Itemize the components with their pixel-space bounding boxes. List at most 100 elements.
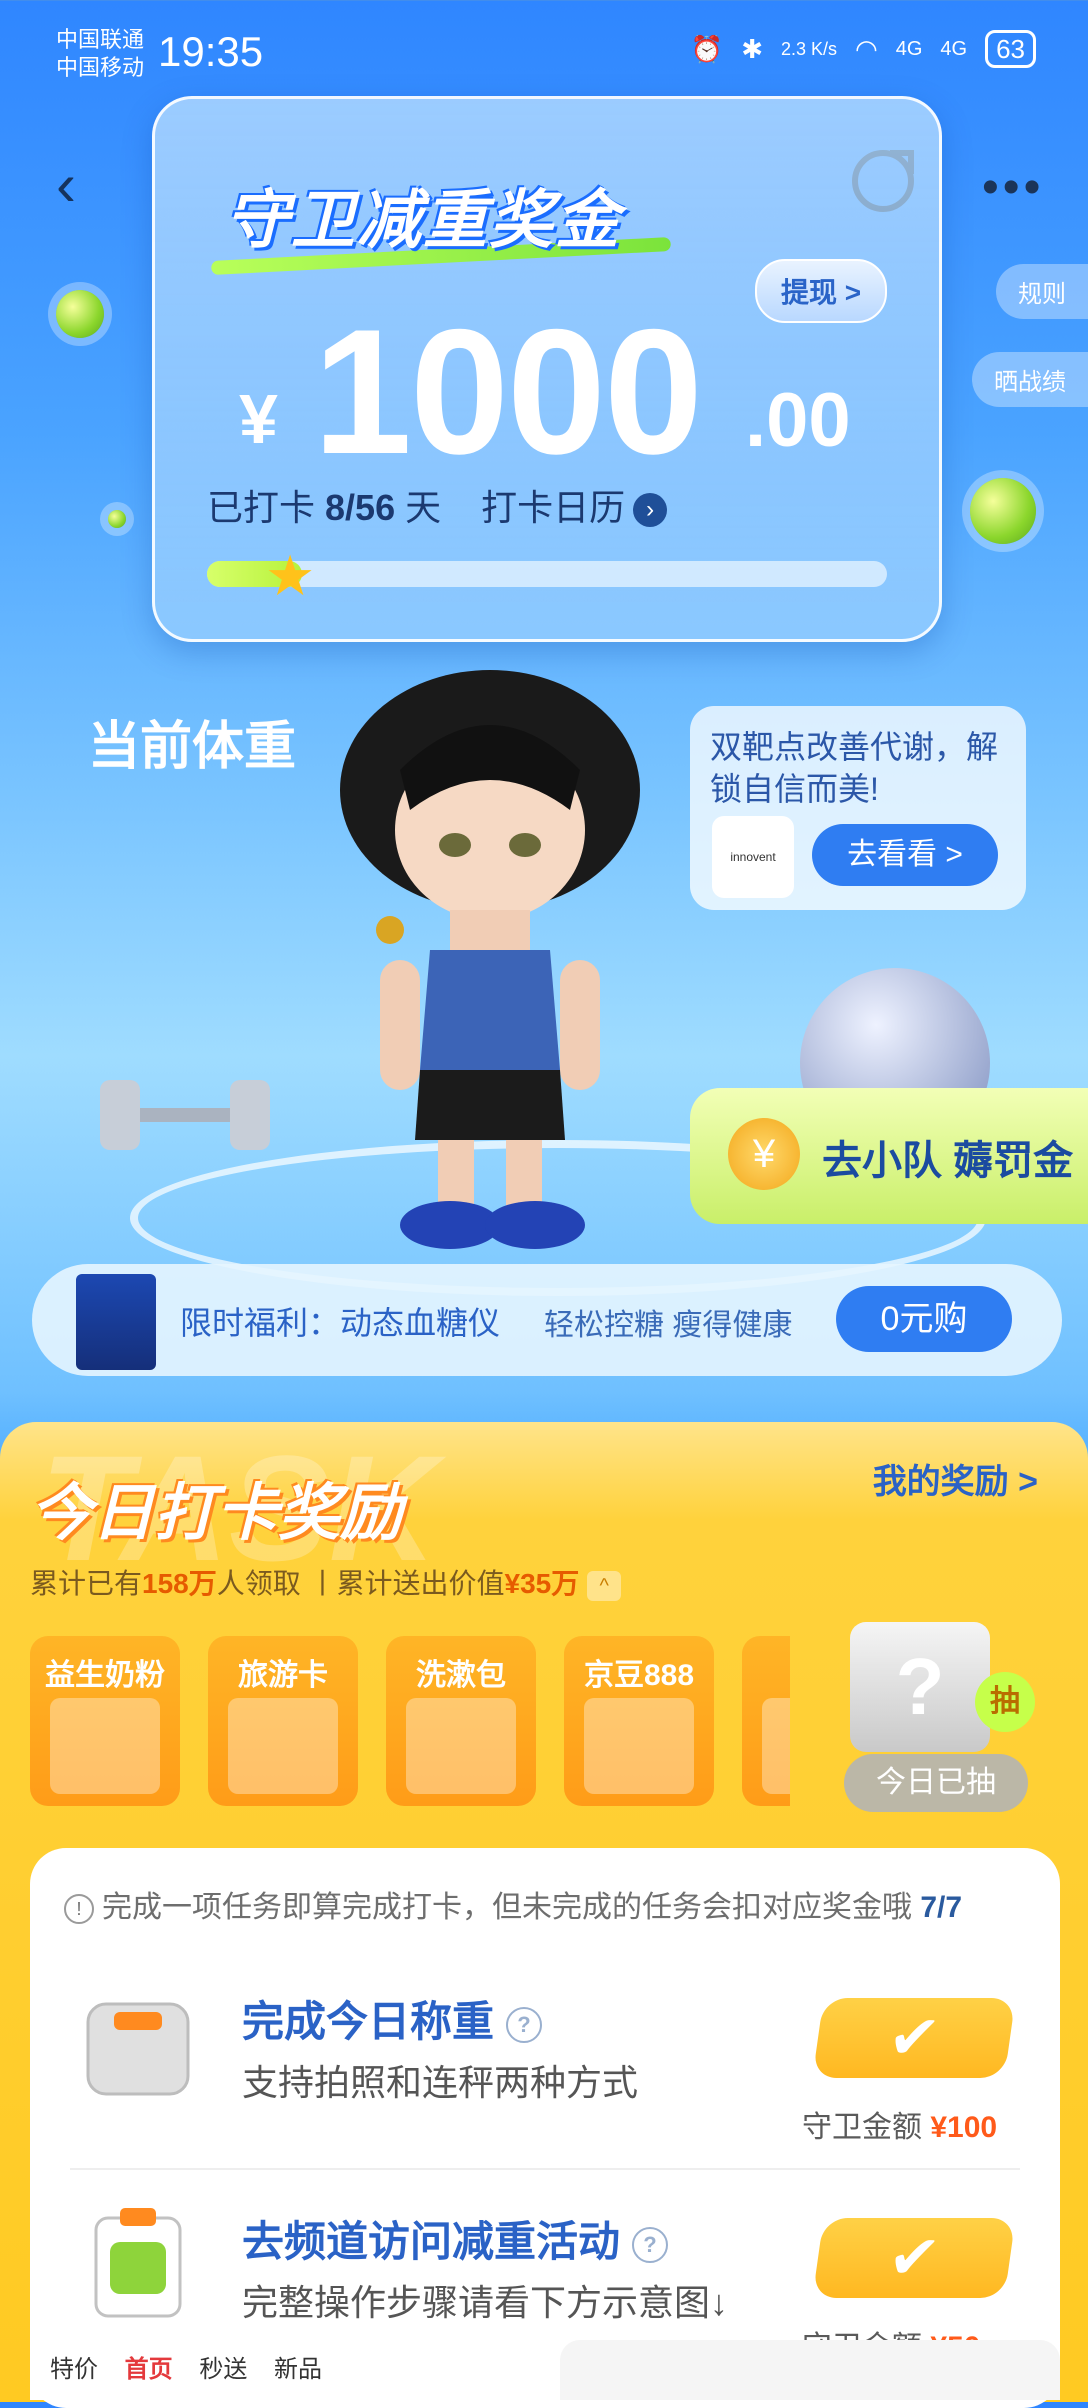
prize-image bbox=[584, 1698, 694, 1794]
checkmark-icon: ✔ bbox=[884, 2004, 944, 2071]
checkin-count: 8/56 bbox=[325, 487, 396, 528]
task-name-text: 完成今日称重 bbox=[242, 1998, 495, 2045]
info-icon: ! bbox=[64, 1894, 94, 1925]
task-tip: ! 完成一项任务即算完成打卡，但未完成的任务会扣对应奖金哦 7/7 bbox=[64, 1882, 962, 1926]
stats-prefix: 累计已有 bbox=[30, 1568, 143, 1599]
stats-mid: 人领取 丨累计送出价值 bbox=[216, 1568, 505, 1599]
carrier-2: 中国移动 bbox=[56, 55, 145, 80]
chevron-right-icon: › bbox=[633, 493, 668, 528]
chevron-left-icon: ‹ bbox=[56, 151, 76, 218]
prize-title: 守卫减重奖金 bbox=[225, 184, 621, 256]
currency-symbol: ¥ bbox=[239, 380, 278, 458]
carrier-1: 中国联通 bbox=[56, 27, 145, 52]
task-desc: 支持拍照和连秤两种方式 bbox=[242, 2062, 639, 2103]
prize-list: 益生奶粉 旅游卡 洗漱包 京豆888 方 bbox=[30, 1636, 790, 1808]
ad-text: 双靶点改善代谢，解锁自信而美! bbox=[710, 729, 999, 807]
task-name: 去频道访问减重活动? bbox=[242, 2208, 669, 2269]
reward-label: 守卫金额 bbox=[802, 2111, 922, 2144]
product-image bbox=[76, 1274, 156, 1370]
tab-item-active[interactable]: 首页 bbox=[125, 2356, 173, 2383]
bottom-ad-banner[interactable] bbox=[560, 2340, 1060, 2400]
tip-count: 7/7 bbox=[920, 1891, 963, 1924]
prize-card: 守卫减重奖金 提现 > ¥ 1000 .00 已打卡 8/56 天 打卡日历 › … bbox=[152, 96, 942, 642]
task-desc: 完整操作步骤请看下方示意图↓ bbox=[242, 2282, 729, 2323]
scale-icon bbox=[86, 2002, 190, 2096]
prize-name: 旅游卡 bbox=[238, 1659, 328, 1692]
task-stats: 累计已有158万人领取 丨累计送出价值¥35万 ^ bbox=[30, 1562, 622, 1602]
prize-cents: .00 bbox=[745, 378, 851, 463]
tip-text: 完成一项任务即算完成打卡，但未完成的任务会扣对应奖金哦 bbox=[102, 1891, 912, 1924]
task-done-button[interactable]: ✔ bbox=[812, 1998, 1016, 2078]
divider bbox=[70, 2168, 1020, 2170]
ad-view-button[interactable]: 去看看 > bbox=[812, 824, 998, 886]
task-section: TASK 今日打卡奖励 我的奖励 > 累计已有158万人领取 丨累计送出价值¥3… bbox=[0, 1422, 1088, 2408]
draw-badge: 抽 bbox=[975, 1672, 1035, 1732]
rules-button[interactable]: 规则 bbox=[996, 264, 1088, 319]
ad-bubble[interactable]: 双靶点改善代谢，解锁自信而美! innovent 去看看 > bbox=[690, 706, 1026, 910]
checkin-status: 已打卡 8/56 天 打卡日历 › bbox=[207, 479, 668, 531]
withdraw-button[interactable]: 提现 > bbox=[755, 259, 888, 323]
calendar-label: 打卡日历 bbox=[481, 487, 626, 528]
prize-name: 京豆888 bbox=[583, 1659, 695, 1692]
signal-2: 4G bbox=[940, 37, 968, 60]
help-icon[interactable]: ? bbox=[506, 2006, 543, 2043]
prize-name: 方 bbox=[742, 1650, 790, 1694]
tab-item[interactable]: 特价 bbox=[50, 2356, 98, 2383]
prize-image bbox=[228, 1698, 338, 1794]
tennis-ball-icon bbox=[970, 478, 1036, 544]
prize-image bbox=[50, 1698, 160, 1794]
carrier-info: 中国联通 中国移动 bbox=[56, 26, 144, 82]
task-row: 完成今日称重? 支持拍照和连秤两种方式 ✔ 守卫金额 ¥100 bbox=[30, 1968, 1060, 2168]
lucky-draw-box[interactable]: ? bbox=[850, 1622, 990, 1752]
calendar-link[interactable]: 打卡日历 › bbox=[481, 487, 668, 528]
more-icon[interactable]: ••• bbox=[982, 160, 1044, 215]
tab-item[interactable]: 秒送 bbox=[199, 2356, 247, 2383]
prize-name: 洗漱包 bbox=[416, 1659, 506, 1692]
battery-icon: 63 bbox=[985, 30, 1036, 68]
prize-image bbox=[762, 1698, 790, 1794]
task-reward: 守卫金额 ¥100 bbox=[802, 2102, 997, 2146]
task-name: 完成今日称重? bbox=[242, 1988, 543, 2049]
promo-banner[interactable]: 限时福利：动态血糖仪 轻松控糖 瘦得健康 0元购 bbox=[32, 1264, 1062, 1376]
wifi-icon: ◠ bbox=[855, 33, 878, 64]
brand-logo: innovent bbox=[712, 816, 794, 898]
prize-item[interactable]: 益生奶粉 bbox=[30, 1636, 180, 1806]
promo-title: 限时福利：动态血糖仪 bbox=[180, 1305, 501, 1341]
chevron-up-icon[interactable]: ^ bbox=[587, 1570, 622, 1601]
bluetooth-icon: ✱ bbox=[741, 33, 763, 64]
coin-icon: ¥ bbox=[728, 1118, 800, 1190]
alarm-icon: ⏰ bbox=[690, 33, 724, 64]
free-buy-button[interactable]: 0元购 bbox=[836, 1286, 1012, 1352]
prize-item[interactable]: 京豆888 bbox=[564, 1636, 714, 1806]
prize-item[interactable]: 洗漱包 bbox=[386, 1636, 536, 1806]
back-button[interactable]: ‹ bbox=[56, 150, 76, 219]
reward-value: ¥100 bbox=[930, 2111, 998, 2144]
bottom-tab-bar: 特价 首页 秒送 新品 bbox=[30, 2340, 550, 2400]
stats-people: 158万 bbox=[142, 1568, 217, 1599]
tennis-ball-icon bbox=[56, 290, 104, 338]
stats-value: ¥35万 bbox=[504, 1568, 580, 1599]
team-penalty-banner[interactable]: ¥ 去小队 薅罚金 bbox=[690, 1088, 1088, 1224]
clipboard-scale-icon bbox=[94, 2208, 182, 2318]
tennis-ball-icon bbox=[108, 510, 126, 528]
help-icon[interactable]: ? bbox=[632, 2226, 669, 2263]
prize-item[interactable]: 方 bbox=[742, 1636, 790, 1806]
task-title: 今日打卡奖励 bbox=[30, 1479, 403, 1548]
status-time: 19:35 bbox=[158, 28, 264, 75]
current-weight-label: 当前体重 bbox=[88, 718, 297, 776]
task-card: ! 完成一项任务即算完成打卡，但未完成的任务会扣对应奖金哦 7/7 完成今日称重?… bbox=[30, 1848, 1060, 2408]
lucky-draw-status: 今日已抽 bbox=[844, 1754, 1028, 1812]
character-avatar bbox=[340, 670, 640, 1249]
star-icon: ★ bbox=[265, 544, 316, 607]
prize-item[interactable]: 旅游卡 bbox=[208, 1636, 358, 1806]
signal-1: 4G bbox=[895, 37, 923, 60]
team-penalty-label: 去小队 薅罚金 bbox=[822, 1139, 1074, 1183]
task-done-button[interactable]: ✔ bbox=[812, 2218, 1016, 2298]
dumbbell-icon bbox=[100, 1080, 270, 1150]
showoff-button[interactable]: 晒战绩 bbox=[972, 352, 1088, 407]
prize-image bbox=[406, 1698, 516, 1794]
my-reward-link[interactable]: 我的奖励 > bbox=[873, 1454, 1038, 1503]
checkin-suffix: 天 bbox=[405, 487, 442, 528]
checkin-prefix: 已打卡 bbox=[207, 487, 316, 528]
tab-item[interactable]: 新品 bbox=[274, 2356, 322, 2383]
